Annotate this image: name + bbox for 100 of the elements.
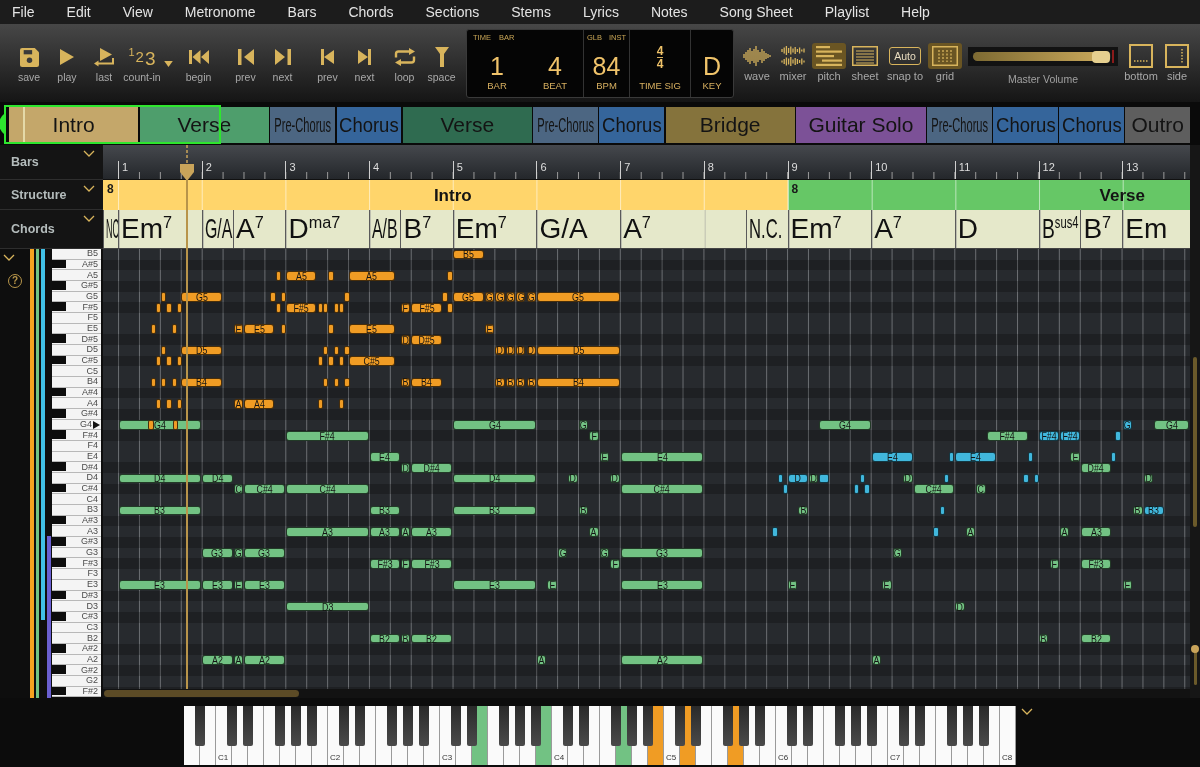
short-note[interactable] [323,377,329,388]
note[interactable]: F#5 [285,302,317,313]
piano-key[interactable]: B3 [52,505,101,516]
sheet-view-button[interactable]: sheet [848,24,882,102]
piano-key[interactable]: F5 [52,313,101,324]
note[interactable]: F#4 [986,430,1028,441]
short-note[interactable] [155,356,162,366]
menu-item[interactable]: Chords [348,3,394,21]
note[interactable]: A3 [1080,526,1112,537]
space-button[interactable]: space [423,24,460,102]
piano-key[interactable]: G3 [52,547,101,559]
menu-item[interactable]: Stems [511,3,551,21]
piano-key[interactable]: F3 [52,569,101,580]
note[interactable]: C#4 [244,484,285,494]
piano-key[interactable]: C#4 [52,483,101,495]
menu-item[interactable]: Playlist [824,3,870,21]
short-note[interactable] [1115,430,1121,441]
piano-key[interactable]: A#2 [52,643,101,655]
side-panel-button[interactable]: side [1160,24,1194,102]
note[interactable]: B3 [118,505,202,516]
resize-handle-icon[interactable] [0,113,6,135]
note[interactable]: B2 [369,633,400,644]
note[interactable]: A4 [244,398,275,409]
pitch-view-button[interactable]: pitch [812,24,846,102]
short-note[interactable] [442,292,448,302]
short-note[interactable] [172,420,178,430]
short-note[interactable] [333,377,339,388]
note[interactable]: A5 [285,270,317,281]
piano-key[interactable]: A5 [52,270,101,281]
menu-item[interactable]: Help [901,3,930,21]
note[interactable]: B [516,377,526,388]
note[interactable]: E4 [369,452,400,462]
short-note[interactable] [323,345,329,356]
note[interactable]: C#4 [913,484,955,494]
note[interactable]: A3 [369,526,400,537]
short-note[interactable] [344,377,350,388]
piano-key[interactable]: E5 [52,323,101,335]
menu-item[interactable]: Bars [287,3,317,21]
piano-key[interactable]: D#5 [52,334,101,346]
note[interactable]: G [578,420,589,430]
chord-symbol[interactable]: B$^{sus4}$ [1038,210,1081,248]
short-note[interactable] [317,398,324,409]
note[interactable]: D4 [202,473,233,484]
note[interactable]: F [400,302,411,313]
short-note[interactable] [317,356,324,366]
note[interactable]: B4 [181,377,223,388]
vertical-scrollbar-thumb[interactable] [1193,357,1197,527]
note[interactable]: E [547,580,557,590]
note[interactable]: D3 [285,601,369,612]
note[interactable]: A5 [348,270,395,281]
piano-key[interactable]: C#3 [52,611,101,623]
short-note[interactable] [338,356,345,366]
note[interactable]: B [400,377,411,388]
note[interactable]: B [798,505,808,516]
note[interactable]: F#4 [1039,430,1059,441]
short-note[interactable] [853,484,860,494]
note[interactable]: C [233,484,244,494]
short-note[interactable] [939,505,945,516]
short-note[interactable] [344,292,350,302]
short-note[interactable] [860,473,866,484]
short-note[interactable] [150,324,156,334]
piano-key[interactable]: A2 [52,654,101,666]
note[interactable]: E3 [620,580,704,590]
chevron-down-icon[interactable] [83,150,95,157]
note[interactable]: E5 [244,324,275,334]
note[interactable]: G5 [536,292,620,302]
short-note[interactable] [1033,473,1040,484]
chord-symbol[interactable]: G/A [201,210,234,248]
note[interactable]: E [882,580,892,590]
note[interactable]: F [400,559,411,569]
note[interactable]: A3 [285,526,369,537]
piano-key[interactable]: G#4 [52,409,101,420]
piano-key[interactable]: F#2 [52,686,101,698]
piano-key[interactable]: B2 [52,633,101,644]
chord-symbol[interactable]: NC [103,210,119,248]
piano-key[interactable]: B4 [52,377,101,388]
playhead-handle-icon[interactable] [179,145,196,181]
loop-button[interactable]: loop [386,24,423,102]
piano-key[interactable]: C3 [52,622,101,634]
next-marker-button[interactable]: next [346,24,383,102]
note[interactable]: A [1059,526,1070,537]
note[interactable]: D [808,473,819,484]
note[interactable]: A [400,526,411,537]
short-note[interactable] [176,356,183,366]
note[interactable]: B [1133,505,1143,516]
note[interactable]: D4 [118,473,202,484]
short-note[interactable] [933,526,939,537]
note[interactable]: D [955,601,965,612]
short-note[interactable] [280,292,287,302]
note[interactable]: E [1070,452,1080,462]
short-note[interactable] [323,302,329,313]
short-note[interactable] [943,473,950,484]
note[interactable]: A [589,526,599,537]
note[interactable]: F#3 [411,559,453,569]
note[interactable]: B5 [453,249,484,260]
piano-key[interactable]: C#5 [52,355,101,367]
note[interactable]: B [1039,633,1049,644]
zoom-slider[interactable] [1193,645,1197,685]
short-note[interactable] [270,292,276,302]
menu-item[interactable]: View [122,3,153,21]
